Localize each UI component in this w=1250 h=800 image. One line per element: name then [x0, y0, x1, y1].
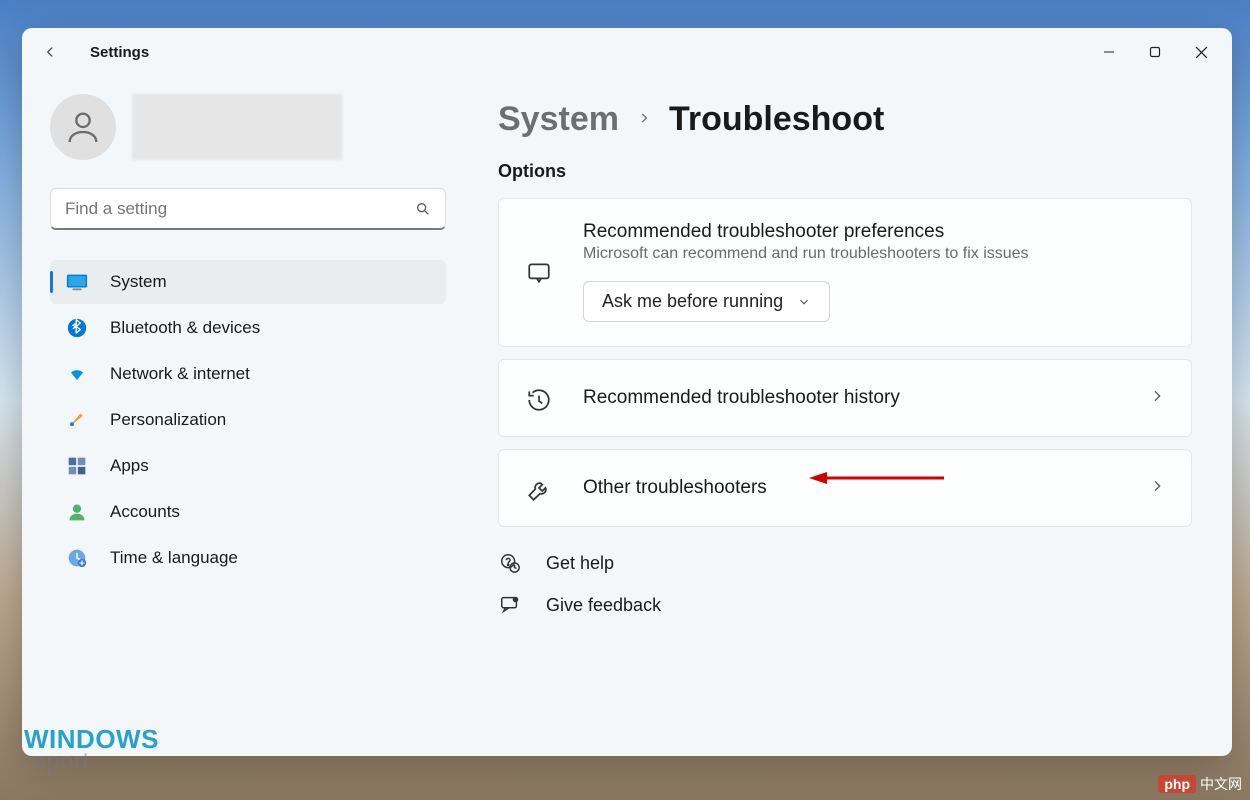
back-button[interactable] [40, 42, 60, 62]
sidebar-item-accounts[interactable]: Accounts [50, 490, 446, 534]
system-icon [66, 271, 88, 293]
apps-icon [66, 455, 88, 477]
card-title: Recommended troubleshooter history [583, 387, 1119, 409]
sidebar-item-bluetooth[interactable]: Bluetooth & devices [50, 306, 446, 350]
search-icon [415, 201, 431, 217]
titlebar: Settings [22, 28, 1232, 76]
sidebar-item-time-language[interactable]: Time & language [50, 536, 446, 580]
brush-icon [66, 409, 88, 431]
sidebar: System Bluetooth & devices Network & int… [22, 76, 470, 756]
sidebar-item-label: Bluetooth & devices [110, 318, 260, 338]
wrench-icon [525, 476, 553, 504]
sidebar-item-label: System [110, 272, 167, 292]
card-other-troubleshooters[interactable]: Other troubleshooters [498, 449, 1192, 527]
chevron-right-icon [1149, 478, 1165, 499]
chevron-down-icon [797, 295, 811, 309]
user-profile[interactable] [50, 94, 446, 160]
account-icon [66, 501, 88, 523]
main-content: System Troubleshoot Options Recommended … [470, 76, 1232, 756]
search-input[interactable] [65, 199, 415, 219]
chevron-right-icon [1149, 388, 1165, 409]
section-options-label: Options [498, 161, 1192, 182]
breadcrumb-parent[interactable]: System [498, 100, 619, 139]
breadcrumb-current: Troubleshoot [669, 100, 884, 139]
preferences-dropdown[interactable]: Ask me before running [583, 281, 830, 322]
feedback-label: Give feedback [546, 595, 661, 616]
chevron-right-icon [637, 108, 651, 131]
feedback-icon [498, 593, 522, 617]
card-title: Other troubleshooters [583, 477, 1119, 499]
close-button[interactable] [1178, 34, 1224, 70]
help-icon [498, 551, 522, 575]
maximize-button[interactable] [1132, 34, 1178, 70]
clock-icon [66, 547, 88, 569]
comment-icon [525, 259, 553, 287]
sidebar-item-apps[interactable]: Apps [50, 444, 446, 488]
minimize-button[interactable] [1086, 34, 1132, 70]
avatar [50, 94, 116, 160]
sidebar-item-personalization[interactable]: Personalization [50, 398, 446, 442]
user-name-redacted [132, 94, 342, 160]
bluetooth-icon [66, 317, 88, 339]
history-icon [525, 386, 553, 414]
sidebar-item-label: Personalization [110, 410, 226, 430]
card-title: Recommended troubleshooter preferences [583, 221, 1165, 243]
give-feedback-link[interactable]: Give feedback [498, 593, 1192, 617]
search-box[interactable] [50, 188, 446, 230]
window-title: Settings [90, 44, 149, 61]
get-help-link[interactable]: Get help [498, 551, 1192, 575]
card-recommended-preferences: Recommended troubleshooter preferences M… [498, 198, 1192, 347]
wifi-icon [66, 363, 88, 385]
sidebar-item-label: Network & internet [110, 364, 250, 384]
sidebar-item-system[interactable]: System [50, 260, 446, 304]
sidebar-item-label: Accounts [110, 502, 180, 522]
help-label: Get help [546, 553, 614, 574]
sidebar-item-label: Apps [110, 456, 149, 476]
nav-list: System Bluetooth & devices Network & int… [50, 260, 446, 580]
breadcrumb: System Troubleshoot [498, 100, 1192, 139]
settings-window: Settings [22, 28, 1232, 756]
dropdown-value: Ask me before running [602, 291, 783, 312]
sidebar-item-label: Time & language [110, 548, 238, 568]
sidebar-item-network[interactable]: Network & internet [50, 352, 446, 396]
card-troubleshooter-history[interactable]: Recommended troubleshooter history [498, 359, 1192, 437]
card-subtitle: Microsoft can recommend and run troubles… [583, 245, 1165, 263]
